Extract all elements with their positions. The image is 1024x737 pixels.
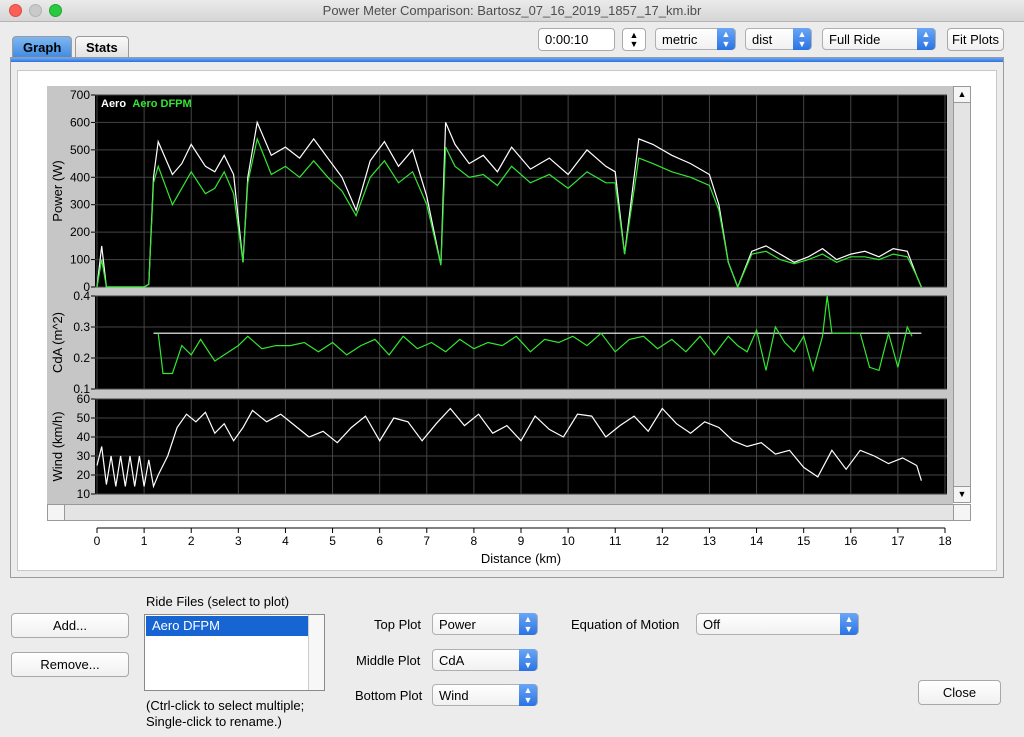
horizontal-scrollbar[interactable] — [47, 504, 971, 521]
graph-canvas-area — [17, 70, 997, 571]
tab-graph[interactable]: Graph — [12, 36, 73, 58]
graph-panel — [10, 57, 1004, 578]
vertical-scrollbar[interactable]: ▲ ▼ — [953, 86, 971, 503]
top-plot-label: Top Plot — [374, 617, 421, 632]
select-arrows-icon: ▲ ▼ — [840, 613, 858, 635]
title-bar: Power Meter Comparison: Bartosz_07_16_20… — [0, 0, 1024, 22]
bottom-plot-value: Wind — [439, 688, 469, 703]
window-title: Power Meter Comparison: Bartosz_07_16_20… — [322, 3, 702, 18]
scroll-left-icon[interactable] — [48, 505, 65, 520]
list-item[interactable]: Aero DFPM — [146, 616, 308, 636]
select-arrows-icon: ▲ ▼ — [717, 28, 735, 50]
equation-of-motion-value: Off — [703, 617, 721, 632]
chevron-down-icon[interactable]: ▼ — [630, 39, 639, 49]
scroll-down-icon[interactable]: ▼ — [954, 486, 970, 502]
select-arrows-icon: ▲ ▼ — [519, 684, 537, 706]
units-select-value: metric — [662, 32, 698, 47]
top-plot-value: Power — [439, 617, 476, 632]
range-select[interactable]: Full Ride ▲ ▼ — [822, 28, 936, 50]
time-stepper[interactable]: ▲ ▼ — [622, 28, 646, 51]
middle-plot-label: Middle Plot — [356, 653, 421, 668]
ride-files-list[interactable]: Aero DFPM — [144, 614, 325, 691]
select-arrows-icon: ▲ ▼ — [917, 28, 935, 50]
fit-plots-button[interactable]: Fit Plots — [947, 28, 1004, 51]
select-arrows-icon: ▲ ▼ — [519, 613, 537, 635]
select-arrows-icon: ▲ ▼ — [519, 649, 537, 671]
bottom-plot-select[interactable]: Wind ▲ ▼ — [432, 684, 538, 706]
xaxis-select-value: dist — [752, 32, 773, 47]
remove-button[interactable]: Remove... — [11, 652, 129, 677]
top-plot-select[interactable]: Power ▲ ▼ — [432, 613, 538, 635]
scroll-up-icon[interactable]: ▲ — [954, 87, 970, 103]
middle-plot-value: CdA — [439, 653, 465, 668]
xaxis-select[interactable]: dist ▲ ▼ — [745, 28, 812, 50]
range-select-value: Full Ride — [829, 32, 881, 47]
time-interval-field[interactable]: 0:00:10 — [538, 28, 615, 51]
bottom-plot-label: Bottom Plot — [355, 688, 423, 703]
middle-plot-select[interactable]: CdA ▲ ▼ — [432, 649, 538, 671]
list-scrollbar[interactable] — [308, 615, 324, 690]
tab-underline — [11, 58, 1003, 62]
add-button[interactable]: Add... — [11, 613, 129, 638]
tab-stats[interactable]: Stats — [75, 36, 129, 58]
scroll-right-icon[interactable] — [953, 505, 970, 520]
equation-of-motion-label: Equation of Motion — [571, 617, 680, 632]
ride-files-label: Ride Files (select to plot) — [146, 594, 290, 609]
hint-line-1: (Ctrl-click to select multiple; — [146, 698, 305, 713]
select-arrows-icon: ▲ ▼ — [793, 28, 811, 50]
hint-line-2: Single-click to rename.) — [146, 714, 282, 729]
equation-of-motion-select[interactable]: Off ▲ ▼ — [696, 613, 859, 635]
units-select[interactable]: metric ▲ ▼ — [655, 28, 736, 50]
close-button[interactable]: Close — [918, 680, 1001, 705]
